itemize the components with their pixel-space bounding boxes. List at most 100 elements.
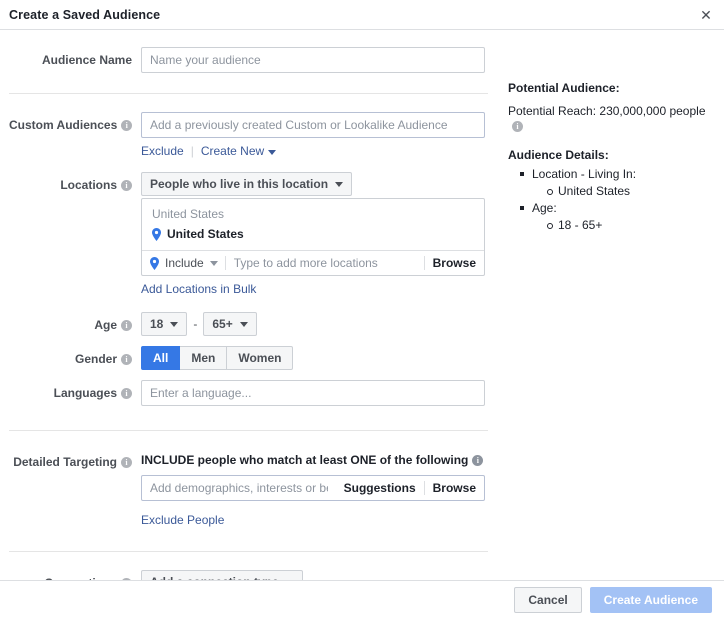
row-languages: Languages i [0,380,496,406]
gender-option-all[interactable]: All [141,346,181,370]
row-audience-name: Audience Name [0,47,496,73]
exclude-people-row: Exclude People [141,501,487,527]
locations-box-header: United States [152,207,225,221]
label-custom-audiences-text: Custom Audiences [9,118,118,132]
location-search-input[interactable] [225,256,424,270]
location-include-value: Include [165,256,204,270]
detailed-targeting-include-heading: INCLUDE people who match at least ONE of… [141,449,487,475]
exclude-custom-audience-link[interactable]: Exclude [141,144,184,158]
chevron-down-icon [335,181,344,187]
location-scope-value: People who live in this location [150,177,329,191]
locations-browse-button[interactable]: Browse [425,256,484,270]
label-detailed-targeting: Detailed Targeting i [9,449,141,470]
bulk-locations-row: Add Locations in Bulk [141,276,487,296]
chevron-down-icon [209,260,218,266]
age-range-separator: - [193,317,198,331]
info-icon-detailed-targeting[interactable]: i [121,457,132,468]
dialog-body: Audience Name Custom Audiencesi Exclude … [0,29,724,594]
audience-detail-age-label: Age: [532,201,557,215]
gender-toggle-group: All Men Women [141,346,294,370]
dialog-title: Create a Saved Audience [9,7,161,22]
location-scope-dropdown[interactable]: People who live in this location [141,172,353,196]
label-languages: Languages i [9,380,141,401]
detailed-targeting-input-wrap: Suggestions Browse [141,475,485,501]
field-audience-name [141,47,487,73]
label-gender: Gender i [9,346,141,367]
add-locations-in-bulk-link[interactable]: Add Locations in Bulk [141,282,256,296]
detailed-targeting-input[interactable] [142,481,336,495]
selected-location-item[interactable]: United States [142,224,484,250]
chevron-down-icon [170,321,179,327]
custom-audiences-links: Exclude | Create New [141,138,487,158]
label-audience-name: Audience Name [41,53,132,67]
age-min-dropdown[interactable]: 18 [141,312,188,336]
locations-box: United States United States Include Type… [141,198,485,276]
age-max-value: 65+ [212,317,233,331]
row-age: Age i 18 - 65+ [0,312,496,336]
languages-input[interactable] [141,380,485,406]
detailed-targeting-browse-button[interactable]: Browse [425,481,484,495]
map-pin-icon [152,227,161,241]
info-icon-languages[interactable]: i [121,388,132,399]
gender-option-women[interactable]: Women [227,346,294,370]
info-icon-gender[interactable]: i [121,354,132,365]
custom-audiences-input[interactable] [141,112,485,138]
row-gender: Gender i All Men Women [0,346,496,370]
potential-audience-heading: Potential Audience: [508,81,620,95]
dialog-header: Create a Saved Audience ✕ [0,0,724,29]
audience-detail-age-values: 18 - 65+ [532,217,724,234]
field-gender: All Men Women [141,346,487,370]
potential-reach-value: Potential Reach: 230,000,000 people [508,104,706,118]
field-detailed-targeting: INCLUDE people who match at least ONE of… [141,449,487,527]
gender-option-men[interactable]: Men [180,346,228,370]
audience-detail-location-values: United States [532,183,724,200]
label-gender-text: Gender [74,352,117,366]
link-separator: | [190,144,194,158]
audience-detail-value: United States [546,183,724,200]
age-min-value: 18 [150,317,164,331]
info-icon-age[interactable]: i [121,320,132,331]
detailed-targeting-suggestions-button[interactable]: Suggestions [336,481,424,495]
audience-summary-panel: Potential Audience: Potential Reach: 230… [496,47,724,594]
audience-name-input[interactable] [141,47,485,73]
potential-reach-text: Potential Reach: 230,000,000 people i [508,104,724,134]
info-icon-potential-reach[interactable]: i [512,121,523,132]
age-max-dropdown[interactable]: 65+ [203,312,257,336]
label-detailed-targeting-text: Detailed Targeting [13,455,117,469]
selected-location-label: United States [167,227,244,241]
close-icon[interactable]: ✕ [696,5,716,25]
create-new-audience-link[interactable]: Create New [201,144,277,158]
audience-detail-value: 18 - 65+ [546,217,724,234]
field-locations: People who live in this location United … [141,172,487,296]
row-locations: Locations i People who live in this locat… [0,172,496,296]
map-pin-icon [150,256,159,270]
row-detailed-targeting: Detailed Targeting i INCLUDE people who m… [0,449,496,527]
location-include-dropdown[interactable]: Include [142,256,225,270]
label-locations: Locations i [9,172,141,193]
field-age: 18 - 65+ [141,312,487,336]
chevron-down-icon [268,150,277,155]
create-audience-button[interactable]: Create Audience [589,587,712,613]
label-age-text: Age [94,318,117,332]
exclude-people-link[interactable]: Exclude People [141,513,224,527]
field-languages [141,380,487,406]
field-custom-audiences: Exclude | Create New [141,112,487,158]
detailed-targeting-include-heading-text: INCLUDE people who match at least ONE of… [141,453,469,467]
label-languages-text: Languages [53,386,117,400]
audience-detail-location: Location - Living In: United States [520,166,724,200]
label-locations-text: Locations [60,178,117,192]
info-icon-locations[interactable]: i [121,180,132,191]
location-typeahead-row: Include Browse [142,250,484,275]
form-column: Audience Name Custom Audiencesi Exclude … [0,47,496,594]
audience-detail-location-label: Location - Living In: [532,167,637,181]
label-age: Age i [9,312,141,333]
dialog-footer: Cancel Create Audience [0,580,724,619]
cancel-button[interactable]: Cancel [514,587,582,613]
chevron-down-icon [239,321,248,327]
row-custom-audiences: Custom Audiencesi Exclude | Create New [0,112,496,158]
audience-detail-age: Age: 18 - 65+ [520,200,724,234]
create-saved-audience-dialog: Create a Saved Audience ✕ Audience Name … [0,0,724,619]
info-icon-custom-audiences[interactable]: i [121,120,133,131]
label-custom-audiences: Custom Audiences i [9,112,141,133]
info-icon-include-heading[interactable]: i [472,455,484,466]
